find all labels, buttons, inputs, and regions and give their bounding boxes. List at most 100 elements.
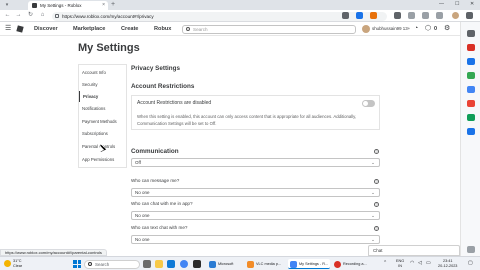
home-icon[interactable]: ⌂ xyxy=(38,11,47,20)
nav-create[interactable]: Create xyxy=(121,26,138,32)
sidebar-settings-icon[interactable] xyxy=(467,246,475,253)
settings-nav-security[interactable]: Security xyxy=(79,79,127,90)
communication-info-icon[interactable]: ? xyxy=(374,149,379,154)
roblox-logo-icon[interactable] xyxy=(16,25,24,33)
store-icon[interactable] xyxy=(193,260,201,268)
account-restrictions-toggle[interactable] xyxy=(362,99,375,107)
collections-icon[interactable] xyxy=(422,12,429,19)
settings-gear-icon[interactable]: ⚙ xyxy=(444,25,450,33)
search-sidebar-icon[interactable] xyxy=(467,30,475,37)
text-chat-info-icon[interactable]: ? xyxy=(374,226,379,231)
taskbar-window-vlc[interactable]: VLC media p... xyxy=(245,259,287,269)
back-icon[interactable]: ← xyxy=(3,11,12,20)
communication-heading: Communication xyxy=(131,148,179,155)
account-restrictions-heading: Account Restrictions xyxy=(131,83,195,90)
communication-dropdown[interactable]: Off ⌄ xyxy=(131,158,380,167)
chevron-down-icon: ⌄ xyxy=(371,160,375,165)
weather-temp: 31°C xyxy=(13,259,22,263)
window-label: Microsoft xyxy=(218,262,234,266)
close-window-button[interactable]: ✕ xyxy=(470,0,474,9)
edge-browser-icon[interactable] xyxy=(167,260,175,268)
browser-tab[interactable]: My Settings - Roblox × xyxy=(28,1,108,10)
username: shubhussain99 xyxy=(372,26,402,31)
message-info-icon[interactable]: ? xyxy=(374,179,379,184)
roblox-favicon-icon xyxy=(32,3,37,8)
minimize-button[interactable]: — xyxy=(439,0,444,9)
address-bar-row: ← → ↻ ⌂ https://www.roblox.com/my/accoun… xyxy=(0,10,480,22)
clock[interactable]: 23:41 20-12-2023 xyxy=(438,259,457,268)
robux-icon[interactable]: ⬡ xyxy=(425,25,431,33)
browser-tab-bar: ▾ My Settings - Roblox × + — ☐ ✕ xyxy=(0,0,480,10)
app-chat-info-icon[interactable]: ? xyxy=(374,202,379,207)
settings-nav-app-permissions[interactable]: App Permissions xyxy=(79,154,127,165)
age-badge: 13+ xyxy=(402,26,411,31)
settings-nav-payment-methods[interactable]: Payment Methods xyxy=(79,116,127,127)
drop-icon[interactable] xyxy=(467,114,475,121)
more-menu-icon[interactable] xyxy=(466,12,473,19)
profile-avatar-icon[interactable] xyxy=(452,12,459,19)
games-icon[interactable] xyxy=(467,72,475,79)
extension-icon[interactable] xyxy=(370,12,377,19)
extension-icon[interactable] xyxy=(342,12,349,19)
settings-nav-subscriptions[interactable]: Subscriptions xyxy=(79,128,127,139)
chrome-icon[interactable] xyxy=(180,260,188,268)
site-search-input[interactable]: Search xyxy=(182,24,356,34)
downloads-icon[interactable] xyxy=(436,12,443,19)
user-profile-link[interactable]: shubhussain99 13+ xyxy=(362,25,410,33)
notifications-bell-icon[interactable]: ◔ xyxy=(414,25,418,33)
taskbar-window-browser[interactable]: My Settings - R... xyxy=(288,259,330,269)
tab-close-icon[interactable]: × xyxy=(102,1,105,10)
nav-discover[interactable]: Discover xyxy=(34,26,58,32)
weather-widget[interactable]: 31°C Clear xyxy=(4,259,22,268)
search-icon xyxy=(185,27,190,32)
app-chat-dropdown[interactable]: No one ⌄ xyxy=(131,211,380,220)
robux-count[interactable]: 0 xyxy=(434,25,437,33)
language-indicator[interactable]: ENG IN xyxy=(396,259,404,268)
new-tab-button[interactable]: + xyxy=(111,0,115,10)
maximize-button[interactable]: ☐ xyxy=(455,0,459,9)
file-explorer-icon[interactable] xyxy=(155,260,163,268)
url-field[interactable]: https://www.roblox.com/my/account#!/priv… xyxy=(52,11,387,21)
taskbar-search-input[interactable]: Search xyxy=(84,259,140,269)
tray-overflow-icon[interactable]: ⌃ xyxy=(383,261,387,266)
tab-list-icon[interactable]: ▾ xyxy=(3,1,11,9)
office-icon[interactable] xyxy=(467,86,475,93)
volume-icon[interactable]: ◁ xyxy=(418,261,422,266)
tools-icon[interactable] xyxy=(467,58,475,65)
app-chat-question-label: Who can chat with me in app? xyxy=(131,201,193,206)
page-title: My Settings xyxy=(78,42,140,54)
taskbar-window-recording[interactable]: Recording a... xyxy=(332,259,372,269)
search-icon xyxy=(88,262,92,267)
outlook-icon[interactable] xyxy=(467,100,475,107)
url-text: https://www.roblox.com/my/account#!/priv… xyxy=(62,13,154,19)
shopping-icon[interactable] xyxy=(467,44,475,51)
settings-nav-privacy[interactable]: Privacy xyxy=(79,91,127,102)
settings-nav-notifications[interactable]: Notifications xyxy=(79,103,127,114)
wifi-icon[interactable]: ◠ xyxy=(410,261,414,266)
notification-center-icon[interactable]: ▢ xyxy=(468,261,473,266)
task-view-icon[interactable] xyxy=(143,260,151,268)
text-chat-dropdown[interactable]: No one ⌄ xyxy=(131,235,380,244)
forward-icon[interactable]: → xyxy=(14,11,23,20)
taskbar-window-microsoft[interactable]: Microsoft xyxy=(207,259,245,269)
window-label: My Settings - R... xyxy=(299,262,329,266)
message-value: No one xyxy=(135,190,150,195)
nav-marketplace[interactable]: Marketplace xyxy=(73,26,105,32)
extension-icon[interactable] xyxy=(356,12,363,19)
hamburger-menu-icon[interactable]: ☰ xyxy=(5,25,11,32)
record-icon xyxy=(334,260,341,268)
chat-button[interactable]: Chat xyxy=(368,245,460,256)
windows-start-icon[interactable] xyxy=(73,260,81,268)
message-dropdown[interactable]: No one ⌄ xyxy=(131,188,380,197)
favorites-icon[interactable] xyxy=(408,12,415,19)
reload-icon[interactable]: ↻ xyxy=(26,11,35,20)
extensions-puzzle-icon[interactable] xyxy=(394,12,401,19)
status-bar-url: https://www.roblox.com/my/account#!/pare… xyxy=(0,249,107,256)
battery-icon[interactable]: ▭ xyxy=(426,261,431,266)
add-sidebar-icon[interactable] xyxy=(467,128,475,135)
nav-robux[interactable]: Robux xyxy=(154,26,171,32)
privacy-settings-heading: Privacy Settings xyxy=(131,65,180,72)
settings-nav-account-info[interactable]: Account Info xyxy=(79,67,127,78)
window-label: Recording a... xyxy=(343,262,367,266)
text-chat-value: No one xyxy=(135,237,150,242)
